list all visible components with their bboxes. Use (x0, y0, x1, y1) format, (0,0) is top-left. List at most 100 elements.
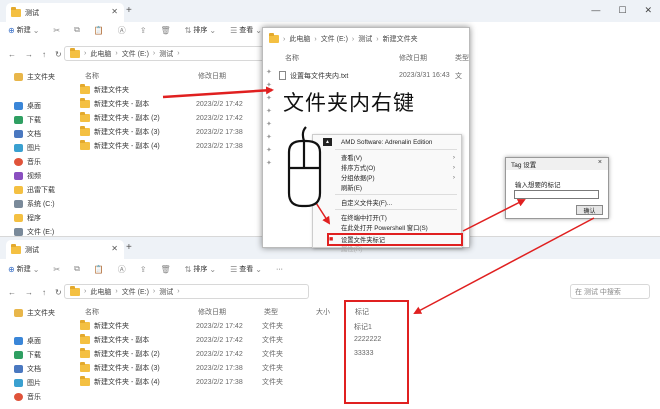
sidebar-item-documents[interactable]: 文档 (14, 129, 41, 139)
menu-item-powershell[interactable]: 在此处打开 Powershell 窗口(S) (313, 222, 461, 232)
chevron-right-icon: › (452, 153, 455, 161)
column-date-header[interactable]: 修改日期 (399, 53, 427, 63)
sidebar-item-videos[interactable]: 视频 (14, 171, 41, 181)
column-type-header[interactable]: 类型 (455, 53, 469, 63)
breadcrumb-item[interactable]: 文件 (E:) (122, 287, 149, 297)
cut-icon[interactable]: ✂ (53, 26, 60, 35)
new-tab-icon[interactable]: + (126, 242, 132, 253)
new-button[interactable]: ⊕ 新建 ⌄ (8, 264, 39, 274)
window-tab[interactable]: 测试 ✕ (6, 240, 124, 259)
menu-item-amd[interactable]: ▲ AMD Software: Adrenalin Edition (313, 137, 461, 147)
copy-icon[interactable]: ⧉ (74, 25, 80, 35)
breadcrumb-item[interactable]: 此电脑 (90, 287, 111, 297)
sort-button[interactable]: ⇅ 排序 ⌄ (185, 25, 216, 35)
close-icon[interactable]: ✕ (111, 7, 118, 16)
column-name-header[interactable]: 名称 (85, 71, 99, 81)
up-icon[interactable]: ↑ (42, 288, 46, 297)
forward-icon[interactable]: → (25, 50, 33, 59)
maximize-icon[interactable]: ☐ (618, 5, 626, 16)
minimize-icon[interactable]: — (591, 5, 600, 16)
picture-icon (14, 144, 23, 152)
paste-icon[interactable]: 📋 (94, 26, 104, 35)
column-name-header[interactable]: 名称 (285, 53, 299, 63)
window-tab[interactable]: 测试 ✕ (6, 3, 124, 22)
breadcrumb-item[interactable]: 此电脑 (289, 34, 310, 44)
file-row[interactable]: 设置每文件夹内.txt 2023/3/31 16:43 文 (279, 70, 464, 81)
ok-button[interactable]: 确认 (576, 205, 603, 215)
sidebar-item-desktop[interactable]: 桌面 (14, 336, 41, 346)
tab-title: 测试 (25, 246, 39, 254)
view-button[interactable]: ☰ 查看 ⌄ (230, 264, 262, 274)
refresh-icon[interactable]: ↻ (55, 288, 62, 297)
sort-button[interactable]: ⇅ 排序 ⌄ (185, 264, 216, 274)
folder-icon (11, 6, 21, 17)
menu-item-terminal[interactable]: 在终端中打开(T) (313, 212, 461, 222)
sidebar-item-documents[interactable]: 文档 (14, 364, 41, 374)
back-icon[interactable]: ← (8, 288, 16, 297)
menu-item-view[interactable]: 查看(V) › (313, 152, 461, 162)
share-icon[interactable]: ⇪ (140, 26, 147, 35)
breadcrumb-item[interactable]: 新建文件夹 (383, 34, 418, 44)
sidebar-item-music[interactable]: 音乐 (14, 392, 41, 402)
menu-item-refresh[interactable]: 刷新(E) (313, 182, 461, 192)
delete-icon[interactable]: 🗑 (161, 26, 171, 35)
sidebar-item-downloads[interactable]: 下载 (14, 350, 41, 360)
column-date-header[interactable]: 修改日期 (198, 307, 226, 317)
breadcrumb-item[interactable]: 文件 (E:) (321, 34, 348, 44)
column-type-header[interactable]: 类型 (264, 307, 278, 317)
chevron-right-icon: › (452, 173, 455, 181)
sidebar-item-programs[interactable]: 程序 (14, 213, 41, 223)
paste-icon[interactable]: 📋 (94, 265, 104, 274)
copy-icon[interactable]: ⧉ (74, 264, 80, 274)
sidebar-item-desktop[interactable]: 桌面 (14, 101, 41, 111)
sidebar-item-home[interactable]: 主文件夹 (14, 308, 55, 318)
breadcrumb[interactable]: › 此电脑 › 文件 (E:) › 测试 › 新建文件夹 (269, 33, 418, 44)
picture-icon (14, 379, 23, 387)
sidebar-item-drive-e[interactable]: 文件 (E:) (14, 227, 54, 236)
close-icon[interactable]: × (598, 159, 602, 166)
up-icon[interactable]: ↑ (42, 50, 46, 59)
column-name-header[interactable]: 名称 (85, 307, 99, 317)
tab-title: 测试 (25, 9, 39, 17)
breadcrumb-item[interactable]: 此电脑 (90, 49, 111, 59)
breadcrumb-item[interactable]: 文件 (E:) (122, 49, 149, 59)
new-tab-icon[interactable]: + (126, 5, 132, 16)
sidebar-item-xunlei[interactable]: 迅雷下载 (14, 185, 55, 195)
breadcrumb[interactable]: › 此电脑 › 文件 (E:) › 测试 › (64, 284, 309, 299)
sidebar-item-pictures[interactable]: 图片 (14, 143, 41, 153)
rename-icon[interactable]: Ⓐ (118, 25, 126, 36)
sidebar-item-music[interactable]: 音乐 (14, 157, 41, 167)
folder-icon (80, 320, 90, 330)
view-button[interactable]: ☰ 查看 ⌄ (230, 25, 262, 35)
rename-icon[interactable]: Ⓐ (118, 264, 126, 275)
back-icon[interactable]: ← (8, 50, 16, 59)
menu-item-group[interactable]: 分组依据(P) › (313, 172, 461, 182)
close-icon[interactable]: ✕ (111, 244, 118, 253)
folder-icon (80, 112, 90, 122)
sidebar-item-home[interactable]: 主文件夹 (14, 72, 55, 82)
drive-icon (14, 200, 23, 208)
menu-item-sort[interactable]: 排序方式(O) › (313, 162, 461, 172)
more-button[interactable]: ··· (276, 266, 283, 273)
new-button[interactable]: ⊕ 新建 ⌄ (8, 25, 39, 35)
sidebar: 主文件夹 桌面 下载 文档 图片 音乐 (0, 303, 72, 409)
folder-icon (70, 47, 80, 58)
sort-icon: ⇅ (184, 264, 192, 274)
breadcrumb-item[interactable]: 测试 (159, 49, 173, 59)
column-date-header[interactable]: 修改日期 (198, 71, 226, 81)
column-size-header[interactable]: 大小 (316, 307, 330, 317)
delete-icon[interactable]: 🗑 (161, 265, 171, 274)
sidebar-item-pictures[interactable]: 图片 (14, 378, 41, 388)
tag-input[interactable] (514, 190, 599, 199)
breadcrumb-item[interactable]: 测试 (159, 287, 173, 297)
cut-icon[interactable]: ✂ (53, 265, 60, 274)
search-input[interactable]: 在 测试 中搜索 (570, 284, 650, 299)
share-icon[interactable]: ⇪ (140, 265, 147, 274)
breadcrumb-item[interactable]: 测试 (358, 34, 372, 44)
sidebar-item-drive-c[interactable]: 系统 (C:) (14, 199, 55, 209)
forward-icon[interactable]: → (25, 288, 33, 297)
close-window-icon[interactable]: ✕ (644, 5, 652, 16)
menu-item-customize[interactable]: 自定义文件夹(F)... (313, 197, 461, 207)
refresh-icon[interactable]: ↻ (55, 50, 62, 59)
sidebar-item-downloads[interactable]: 下载 (14, 115, 41, 125)
